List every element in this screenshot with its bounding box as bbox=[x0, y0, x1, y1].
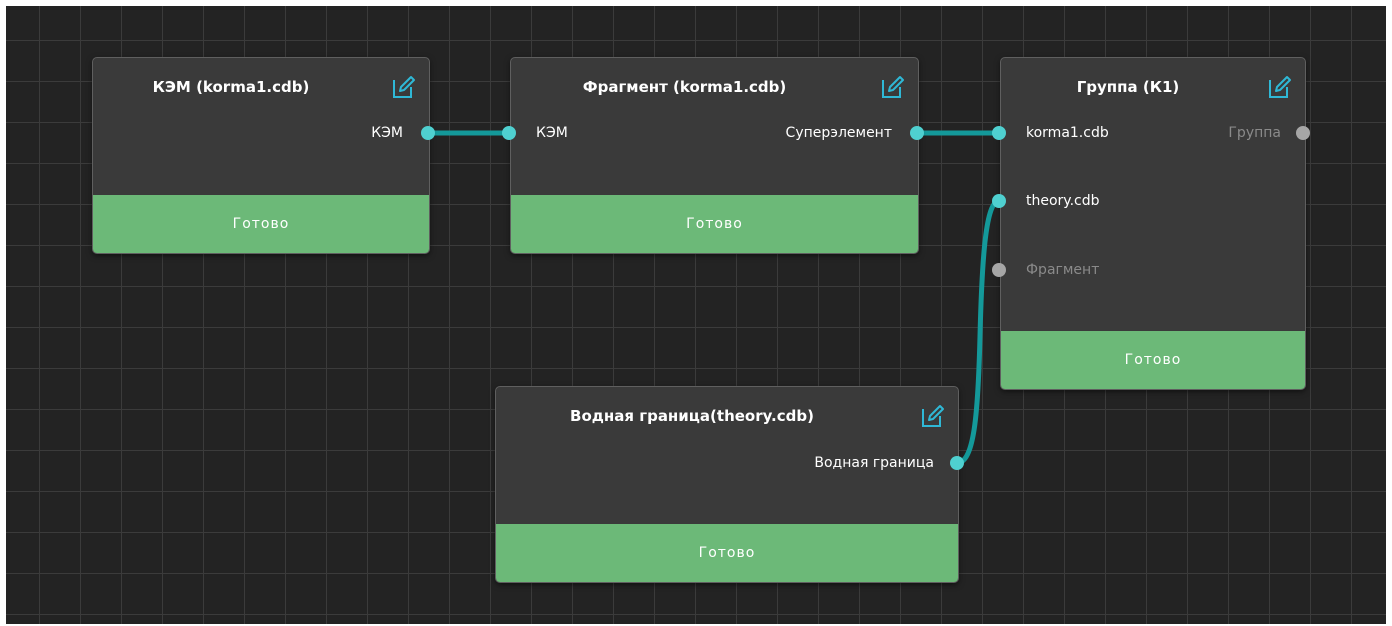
connection-water-to-group bbox=[956, 198, 1000, 466]
output-port-superelement[interactable] bbox=[910, 126, 924, 140]
input-port-korma1[interactable] bbox=[992, 126, 1006, 140]
node-water-boundary[interactable]: Водная граница(theory.cdb) Водная границ… bbox=[495, 386, 959, 583]
input-port-theory[interactable] bbox=[992, 194, 1006, 208]
output-port-group[interactable] bbox=[1296, 126, 1310, 140]
node-title: Фрагмент (korma1.cdb) bbox=[582, 78, 787, 96]
input-port-fragment[interactable] bbox=[992, 263, 1006, 277]
node-graph-canvas[interactable]: КЭМ (korma1.cdb) КЭМ Готово Фрагмент (ko… bbox=[6, 6, 1386, 624]
edit-icon[interactable] bbox=[1267, 74, 1293, 100]
input-label-fragment: Фрагмент bbox=[1026, 262, 1100, 278]
node-title: Группа (К1) bbox=[1076, 78, 1180, 96]
output-port-kem[interactable] bbox=[421, 126, 435, 140]
node-group[interactable]: Группа (К1) korma1.cdb Группа theory.cdb… bbox=[1000, 57, 1306, 390]
node-title: Водная граница(theory.cdb) bbox=[570, 407, 814, 425]
edit-icon[interactable] bbox=[880, 74, 906, 100]
output-label-kem: КЭМ bbox=[371, 125, 403, 141]
status-ready: Готово bbox=[496, 524, 958, 582]
status-ready: Готово bbox=[93, 195, 429, 253]
output-label-water-boundary: Водная граница bbox=[814, 455, 934, 471]
node-header: Фрагмент (korma1.cdb) bbox=[511, 58, 918, 118]
output-label-superelement: Суперэлемент bbox=[785, 125, 892, 141]
edit-icon[interactable] bbox=[391, 74, 417, 100]
output-port-water-boundary[interactable] bbox=[950, 456, 964, 470]
status-ready: Готово bbox=[511, 195, 918, 253]
node-kem[interactable]: КЭМ (korma1.cdb) КЭМ Готово bbox=[92, 57, 430, 254]
node-header: Водная граница(theory.cdb) bbox=[496, 387, 958, 447]
status-ready: Готово bbox=[1001, 331, 1305, 389]
input-label-theory: theory.cdb bbox=[1026, 193, 1100, 209]
node-fragment[interactable]: Фрагмент (korma1.cdb) КЭМ Суперэлемент Г… bbox=[510, 57, 919, 254]
input-label-kem: КЭМ bbox=[536, 125, 568, 141]
node-header: Группа (К1) bbox=[1001, 58, 1305, 118]
output-label-group: Группа bbox=[1228, 125, 1281, 141]
edit-icon[interactable] bbox=[920, 403, 946, 429]
input-port-kem[interactable] bbox=[502, 126, 516, 140]
node-header: КЭМ (korma1.cdb) bbox=[93, 58, 429, 118]
input-label-korma1: korma1.cdb bbox=[1026, 125, 1109, 141]
node-title: КЭМ (korma1.cdb) bbox=[152, 78, 310, 96]
